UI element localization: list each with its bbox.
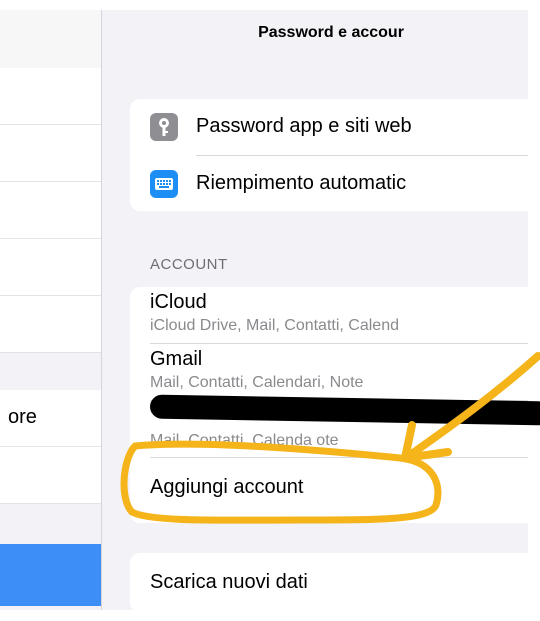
account-row-gmail[interactable]: Gmail Mail, Contatti, Calendari, Note — [130, 344, 528, 400]
account-detail: Mail, Contatti, Calenda ote — [150, 432, 339, 449]
account-name: iCloud — [150, 291, 207, 313]
fetch-group: Scarica nuovi dati — [130, 553, 528, 610]
sidebar-item-partial[interactable]: ore — [0, 390, 101, 447]
sidebar-item[interactable] — [0, 182, 101, 239]
sidebar-item[interactable] — [0, 68, 101, 125]
sidebar-item-selected[interactable] — [0, 544, 101, 606]
passwords-group: Password app e siti web Riempimento auto… — [130, 99, 528, 211]
autofill-row[interactable]: Riempimento automatic — [130, 156, 528, 211]
autofill-label: Riempimento automatic — [196, 172, 407, 194]
keyboard-icon — [150, 170, 178, 198]
sidebar-item[interactable] — [0, 447, 101, 504]
key-icon — [150, 113, 178, 141]
sidebar-item-label: ore — [8, 406, 37, 428]
sidebar-item[interactable] — [0, 125, 101, 182]
account-name: Gmail — [150, 348, 203, 370]
account-detail: iCloud Drive, Mail, Contatti, Calend — [150, 317, 399, 334]
add-account-button[interactable]: Aggiungi account — [130, 458, 528, 523]
section-header-account: ACCOUNT — [150, 256, 228, 273]
page-title: Password e accour — [258, 24, 404, 41]
settings-sidebar: ore — [0, 10, 102, 610]
passwords-label: Password app e siti web — [196, 115, 412, 137]
detail-pane: Password e accour Password app e siti we… — [102, 10, 528, 610]
passwords-row[interactable]: Password app e siti web — [130, 99, 528, 155]
account-row-icloud[interactable]: iCloud iCloud Drive, Mail, Contatti, Cal… — [130, 287, 528, 343]
fetch-new-data-row[interactable]: Scarica nuovi dati — [130, 553, 528, 610]
sidebar-item[interactable] — [0, 239, 101, 296]
account-detail: Mail, Contatti, Calendari, Note — [150, 374, 364, 391]
sidebar-header — [0, 10, 101, 69]
sidebar-item[interactable] — [0, 296, 101, 353]
add-account-label: Aggiungi account — [150, 476, 304, 498]
fetch-new-data-label: Scarica nuovi dati — [150, 571, 308, 593]
